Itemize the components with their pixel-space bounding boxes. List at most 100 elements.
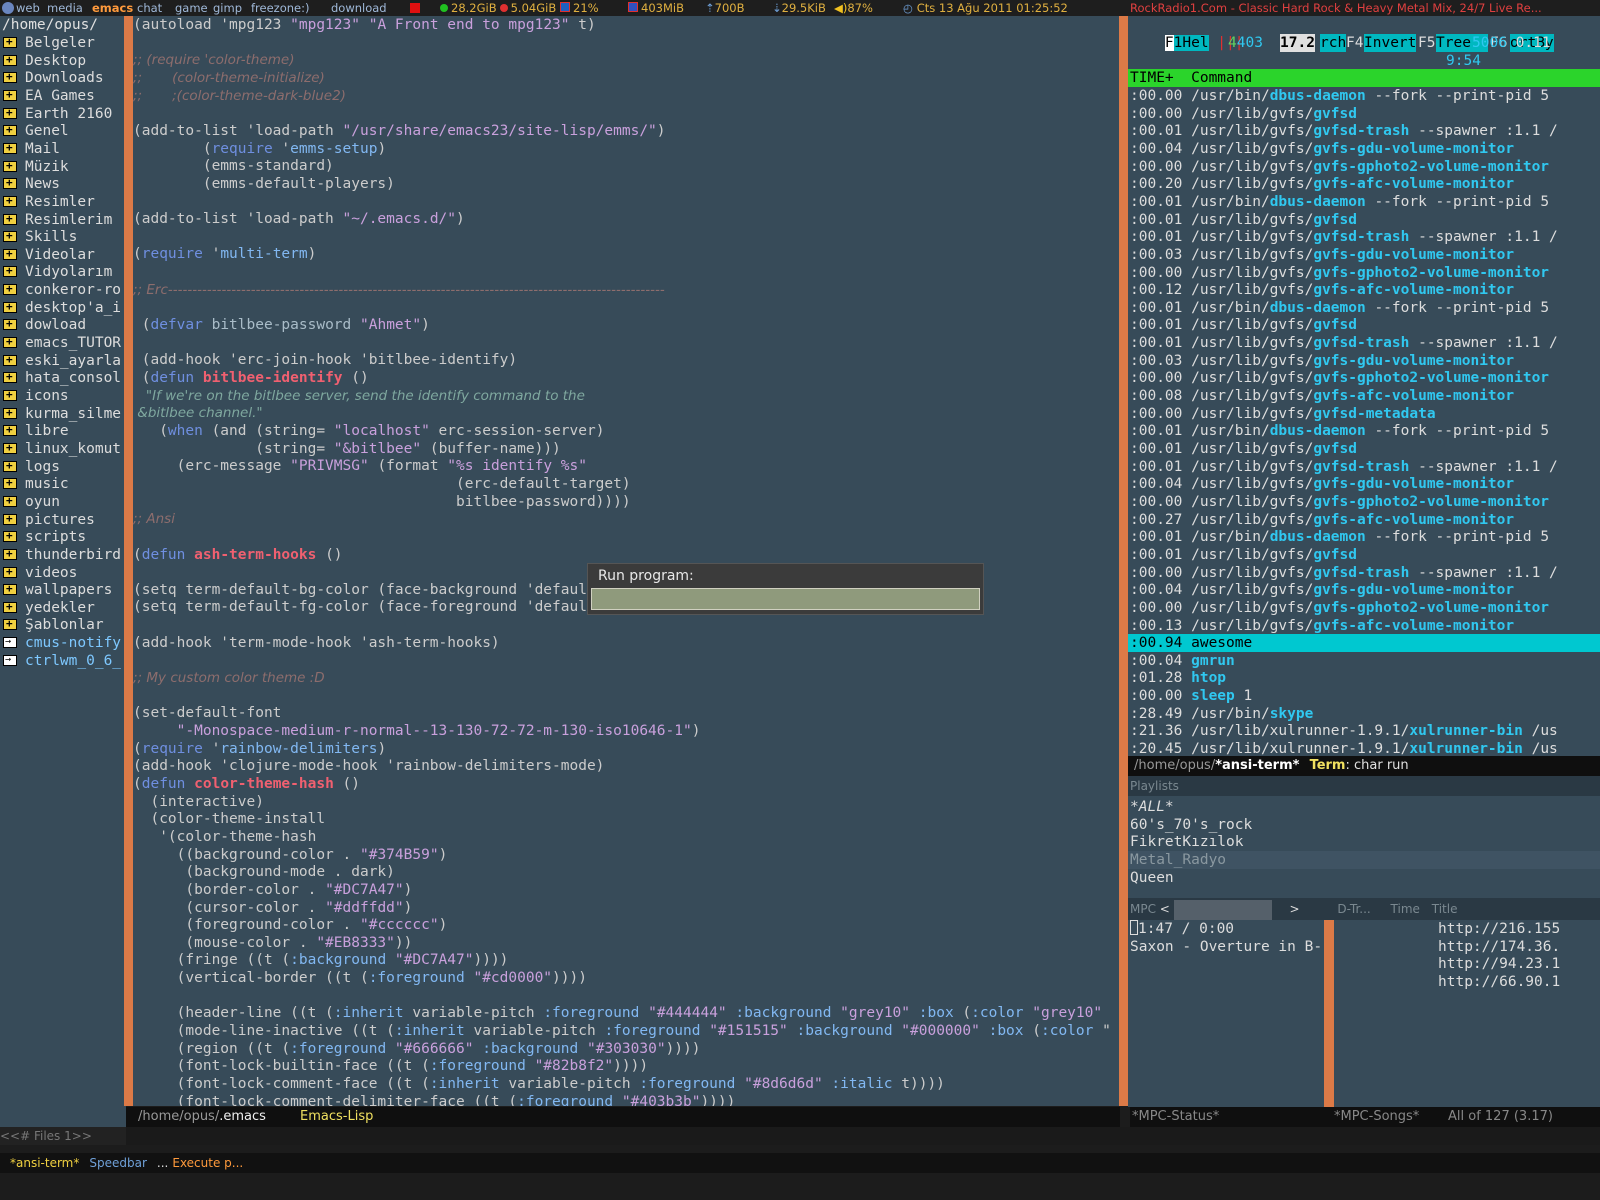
htop-process-row[interactable]: :21.36 /usr/lib/xulrunner-1.9.1/xulrunne…	[1130, 722, 1558, 740]
code-line[interactable]: (set-default-font	[133, 704, 281, 722]
speedbar-item[interactable]: Şablonlar	[0, 615, 104, 634]
awesome-launcher-icon[interactable]	[2, 2, 14, 14]
speedbar-item[interactable]: Resimlerim	[0, 210, 112, 229]
mpc-col-title[interactable]: Title	[1432, 902, 1458, 916]
code-line[interactable]: (border-color . "#DC7A47")	[133, 881, 412, 899]
code-line[interactable]: (defun bitlbee-identify ()	[133, 369, 369, 387]
code-line[interactable]: (region ((t (:foreground "#666666" :back…	[133, 1040, 701, 1058]
code-line[interactable]: (emms-default-players)	[133, 175, 395, 193]
folder-expand-icon[interactable]	[3, 227, 17, 245]
code-line[interactable]: (require 'rainbow-delimiters)	[133, 740, 386, 758]
folder-expand-icon[interactable]	[3, 474, 17, 492]
speedbar-item[interactable]: kurma_silme	[0, 404, 121, 423]
code-line[interactable]: (color-theme-install	[133, 810, 325, 828]
htop-process-row[interactable]: :00.01 /usr/lib/gvfs/gvfsd	[1130, 316, 1357, 334]
code-line[interactable]: (require 'emms-setup)	[133, 140, 386, 158]
speedbar-item[interactable]: Belgeler	[0, 33, 95, 52]
htop-process-row[interactable]: :00.01 /usr/lib/gvfs/gvfsd-trash --spawn…	[1130, 458, 1558, 476]
speedbar-item[interactable]: Vidyolarım	[0, 262, 112, 281]
htop-process-row[interactable]: :00.04 gmrun	[1130, 652, 1235, 670]
htop-process-row[interactable]: :00.00 /usr/bin/dbus-daemon --fork --pri…	[1130, 87, 1549, 105]
speedbar-item[interactable]: pictures	[0, 510, 95, 529]
htop-process-row[interactable]: :00.12 /usr/lib/gvfs/gvfs-afc-volume-mon…	[1130, 281, 1514, 299]
code-line[interactable]: (add-to-list 'load-path "~/.emacs.d/")	[133, 210, 465, 228]
clock-widget[interactable]: ◴ Cts 13 Ağu 2011 01:25:52	[903, 1, 1068, 15]
code-line[interactable]: (when (and (string= "localhost" erc-sess…	[133, 422, 604, 440]
tag-4[interactable]: game	[175, 1, 208, 15]
code-line[interactable]: (setq term-default-bg-color (face-backgr…	[133, 581, 613, 599]
tag-0[interactable]: web	[16, 1, 40, 15]
speedbar-item[interactable]: Videolar	[0, 245, 95, 264]
speedbar-item[interactable]: dowload	[0, 315, 86, 334]
speedbar-item[interactable]: libre	[0, 421, 69, 440]
code-line[interactable]: (add-hook 'term-mode-hook 'ash-term-hook…	[133, 634, 500, 652]
folder-expand-icon[interactable]	[3, 139, 17, 157]
folder-expand-icon[interactable]	[3, 245, 17, 263]
code-line[interactable]: ((background-color . "#374B59")	[133, 846, 448, 864]
folder-expand-icon[interactable]	[3, 492, 17, 510]
htop-process-row[interactable]: :00.01 /usr/lib/gvfs/gvfsd	[1130, 546, 1357, 564]
code-line[interactable]: bitlbee-password))))	[133, 493, 631, 511]
speedbar-item[interactable]: scripts	[0, 527, 86, 546]
code-line[interactable]: (require 'multi-term)	[133, 245, 316, 263]
code-line[interactable]: (font-lock-builtin-face ((t (:foreground…	[133, 1057, 648, 1075]
code-line[interactable]: (foreground-color . "#cccccc")	[133, 916, 447, 934]
code-line[interactable]: ;; Erc----------------------------------…	[133, 281, 665, 299]
folder-expand-icon[interactable]	[3, 157, 17, 175]
folder-expand-icon[interactable]	[3, 580, 17, 598]
code-line[interactable]: (mode-line-inactive ((t (:inherit variab…	[133, 1022, 1111, 1040]
folder-expand-icon[interactable]	[3, 615, 17, 633]
folder-expand-icon[interactable]	[3, 315, 17, 333]
code-line[interactable]: (font-lock-comment-face ((t (:inherit va…	[133, 1075, 945, 1093]
code-line[interactable]: (emms-standard)	[133, 157, 334, 175]
tag-2[interactable]: emacs	[92, 1, 133, 15]
htop-process-row[interactable]: :00.00 /usr/lib/gvfs/gvfsd-trash --spawn…	[1130, 564, 1558, 582]
folder-expand-icon[interactable]	[3, 104, 17, 122]
htop-process-row[interactable]: :20.45 /usr/lib/xulrunner-1.9.1/xulrunne…	[1130, 740, 1558, 756]
htop-process-row[interactable]: :00.27 /usr/lib/gvfs/gvfs-afc-volume-mon…	[1130, 511, 1514, 529]
folder-expand-icon[interactable]	[3, 545, 17, 563]
mpc-song-row[interactable]: http://94.23.1	[1438, 955, 1560, 973]
folder-expand-icon[interactable]	[3, 421, 17, 439]
code-line[interactable]: (add-hook 'erc-join-hook 'bitlbee-identi…	[133, 351, 517, 369]
folder-expand-icon[interactable]	[3, 351, 17, 369]
window-title[interactable]: RockRadio1.Com - Classic Hard Rock & Hea…	[1130, 1, 1600, 15]
htop-process-row[interactable]: :00.03 /usr/lib/gvfs/gvfs-gdu-volume-mon…	[1130, 352, 1514, 370]
code-line[interactable]: (background-mode . dark)	[133, 863, 395, 881]
code-line[interactable]: (fringe ((t (:background "#DC7A47"))))	[133, 951, 509, 969]
code-line[interactable]: ;; (require 'color-theme)	[133, 51, 295, 69]
folder-expand-icon[interactable]	[3, 262, 17, 280]
speedbar-item[interactable]: Desktop	[0, 51, 86, 70]
tag-6[interactable]: freezone:)	[251, 1, 309, 15]
folder-expand-icon[interactable]	[3, 192, 17, 210]
htop-process-row[interactable]: :00.04 /usr/lib/gvfs/gvfs-gdu-volume-mon…	[1130, 581, 1514, 599]
code-line[interactable]: ;; ;(color-theme-dark-blue2)	[133, 87, 346, 105]
speedbar-item[interactable]: EA Games	[0, 86, 95, 105]
folder-expand-icon[interactable]	[3, 210, 17, 228]
folder-expand-icon[interactable]	[3, 51, 17, 69]
htop-process-row[interactable]: :00.00 /usr/lib/gvfs/gvfs-gphoto2-volume…	[1130, 599, 1549, 617]
htop-process-row[interactable]: :00.01 /usr/bin/dbus-daemon --fork --pri…	[1130, 422, 1549, 440]
task-speedbar[interactable]: Speedbar	[89, 1156, 147, 1170]
htop-help-key[interactable]: 1Hel	[1173, 35, 1209, 51]
speedbar-item[interactable]: yedekler	[0, 598, 95, 617]
folder-expand-icon[interactable]	[3, 457, 17, 475]
speedbar-item[interactable]: wallpapers	[0, 580, 112, 599]
tag-1[interactable]: media	[47, 1, 83, 15]
mpc-song-row[interactable]: http://216.155	[1438, 920, 1560, 938]
code-line[interactable]: (autoload 'mpg123 "mpg123" "A Front end …	[133, 16, 596, 34]
folder-expand-icon[interactable]	[3, 404, 17, 422]
speedbar-item[interactable]: ctrlwm_0_6_	[0, 651, 121, 670]
task-execute[interactable]: Execute p...	[172, 1156, 243, 1170]
htop-process-row[interactable]: :00.20 /usr/lib/gvfs/gvfs-afc-volume-mon…	[1130, 175, 1514, 193]
htop-process-row[interactable]: :00.00 /usr/lib/gvfs/gvfs-gphoto2-volume…	[1130, 264, 1549, 282]
code-line[interactable]: (header-line ((t (:inherit variable-pitc…	[133, 1004, 1102, 1022]
speedbar-item[interactable]: Skills	[0, 227, 77, 246]
code-line[interactable]: (mouse-color . "#EB8333"))	[133, 934, 412, 952]
code-line[interactable]: (defun color-theme-hash ()	[133, 775, 360, 793]
speedbar-item[interactable]: icons	[0, 386, 69, 405]
code-line[interactable]: (defun ash-term-hooks ()	[133, 546, 343, 564]
mpc-song-row[interactable]: http://66.90.1	[1438, 973, 1560, 991]
htop-invert-key[interactable]: Invert	[1364, 34, 1417, 52]
htop-process-row[interactable]: :00.00 /usr/lib/gvfs/gvfs-gphoto2-volume…	[1130, 369, 1549, 387]
